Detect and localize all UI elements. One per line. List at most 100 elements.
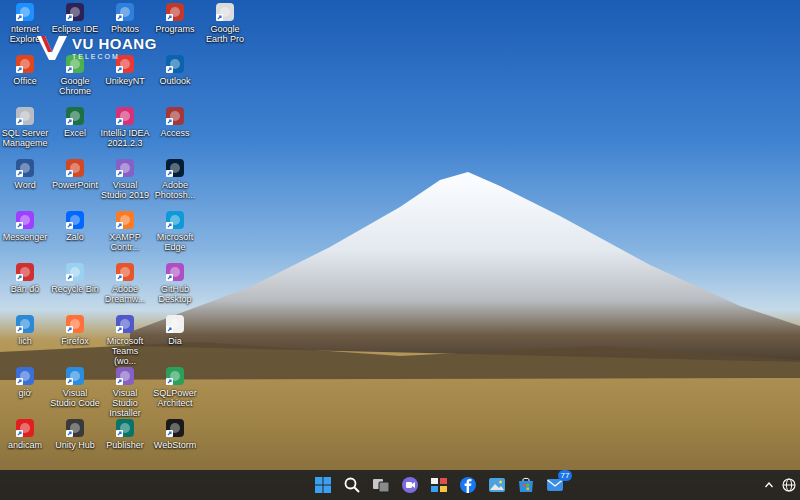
shortcut-label: Bản đồ [0,284,50,294]
shortcut-label: PowerPoint [50,180,100,190]
desktop-shortcut[interactable]: Unity Hub [50,418,100,470]
shortcut-label: Visual Studio Installer [100,388,150,418]
desktop-shortcut[interactable]: XAMPP Contr... [100,210,150,262]
shortcut-label: Programs [150,24,200,34]
shortcut-label: Microsoft Edge [150,232,200,252]
app-icon [165,210,185,230]
desktop-shortcut[interactable]: Visual Studio Installer [100,366,150,418]
app-icon [115,314,135,334]
desktop-shortcut[interactable]: Access [150,106,200,158]
shortcut-label: SQLPower Architect [150,388,200,408]
windows-logo-icon [314,476,332,494]
app-icon [15,418,35,438]
shortcut-label: Microsoft Teams (wo... [100,336,150,366]
vu-hoang-logo-icon [36,34,68,62]
photo-app-icon [488,476,506,494]
shortcut-label: Photos [100,24,150,34]
shortcut-label: Adobe Dreamw... [100,284,150,304]
desktop-shortcut[interactable]: Messenger [0,210,50,262]
taskbar-button[interactable] [340,473,364,497]
taskbar-button[interactable] [485,473,509,497]
desktop-shortcut[interactable]: Programs [150,2,200,54]
desktop-shortcut[interactable]: Excel [50,106,100,158]
desktop-shortcut[interactable]: Adobe Photosh... [150,158,200,210]
desktop-shortcut[interactable]: Google Earth Pro [200,2,250,54]
desktop-shortcut[interactable]: Zalo [50,210,100,262]
store-icon [517,476,535,494]
desktop-shortcut[interactable]: SQL Server Manageme [0,106,50,158]
desktop-shortcut[interactable]: GitHub Desktop [150,262,200,314]
taskbar-button[interactable] [369,473,393,497]
app-icon [165,106,185,126]
app-icon [15,54,35,74]
desktop-shortcut[interactable]: Recycle Bin [50,262,100,314]
shortcut-label: giờ [0,388,50,398]
desktop-shortcut[interactable]: Microsoft Edge [150,210,200,262]
app-icon [215,2,235,22]
shortcut-label: andicam [0,440,50,450]
app-icon [115,106,135,126]
taskbar-button[interactable]: 77 [543,473,567,497]
system-tray [567,478,800,492]
desktop-shortcut[interactable]: Google Chrome [50,54,100,106]
desktop-shortcut[interactable]: Publisher [100,418,150,470]
desktop-shortcut[interactable]: IntelliJ IDEA 2021.2.3 [100,106,150,158]
desktop-shortcut[interactable]: lich [0,314,50,366]
app-icon [65,158,85,178]
app-icon [165,158,185,178]
watermark: VU HOANGTELECOM [36,34,157,62]
app-icon [65,262,85,282]
app-icon [15,262,35,282]
desktop: nternet ExploreOfficeSQL Server Manageme… [0,0,800,500]
taskbar-button[interactable] [398,473,422,497]
desktop-icon-grid: nternet ExploreOfficeSQL Server Manageme… [0,0,800,470]
taskbar-button[interactable] [514,473,538,497]
desktop-shortcut[interactable]: Dia [150,314,200,366]
app-icon [65,314,85,334]
desktop-shortcut[interactable]: Visual Studio Code [50,366,100,418]
desktop-shortcut[interactable]: SQLPower Architect [150,366,200,418]
desktop-shortcut[interactable]: UnikeyNT [100,54,150,106]
watermark-sub: TELECOM [72,53,157,60]
shortcut-label: SQL Server Manageme [0,128,50,148]
desktop-shortcut[interactable]: Office [0,54,50,106]
app-icon [65,210,85,230]
desktop-shortcut[interactable]: Visual Studio 2019 [100,158,150,210]
shortcut-label: lich [0,336,50,346]
shortcut-label: Google Chrome [50,76,100,96]
shortcut-label: Firefox [50,336,100,346]
taskbar-apps: 77 [311,473,567,497]
desktop-shortcut[interactable]: WebStorm [150,418,200,470]
shortcut-label: Adobe Photosh... [150,180,200,200]
shortcut-label: Google Earth Pro [200,24,250,44]
desktop-shortcut[interactable]: Microsoft Teams (wo... [100,314,150,366]
desktop-shortcut[interactable]: Adobe Dreamw... [100,262,150,314]
taskbar-button[interactable] [456,473,480,497]
desktop-shortcut[interactable]: andicam [0,418,50,470]
app-icon [165,2,185,22]
shortcut-label: Recycle Bin [50,284,100,294]
app-icon [165,262,185,282]
desktop-shortcut[interactable]: Bản đồ [0,262,50,314]
shortcut-label: UnikeyNT [100,76,150,86]
desktop-shortcut[interactable]: PowerPoint [50,158,100,210]
app-icon [115,262,135,282]
globe-icon[interactable] [782,478,796,492]
shortcut-label: Excel [50,128,100,138]
desktop-shortcut[interactable]: giờ [0,366,50,418]
desktop-shortcut[interactable]: Word [0,158,50,210]
desktop-shortcut[interactable]: Firefox [50,314,100,366]
app-icon [115,366,135,386]
taskbar-button[interactable] [311,473,335,497]
shortcut-label: Zalo [50,232,100,242]
desktop-shortcut[interactable]: Outlook [150,54,200,106]
search-icon [343,476,361,494]
chevron-up-icon[interactable] [764,480,774,490]
app-icon [15,106,35,126]
shortcut-label: Dia [150,336,200,346]
app-icon [115,158,135,178]
shortcut-label: Office [0,76,50,86]
app-icon [115,418,135,438]
taskbar: 77 [0,470,800,500]
taskbar-button[interactable] [427,473,451,497]
